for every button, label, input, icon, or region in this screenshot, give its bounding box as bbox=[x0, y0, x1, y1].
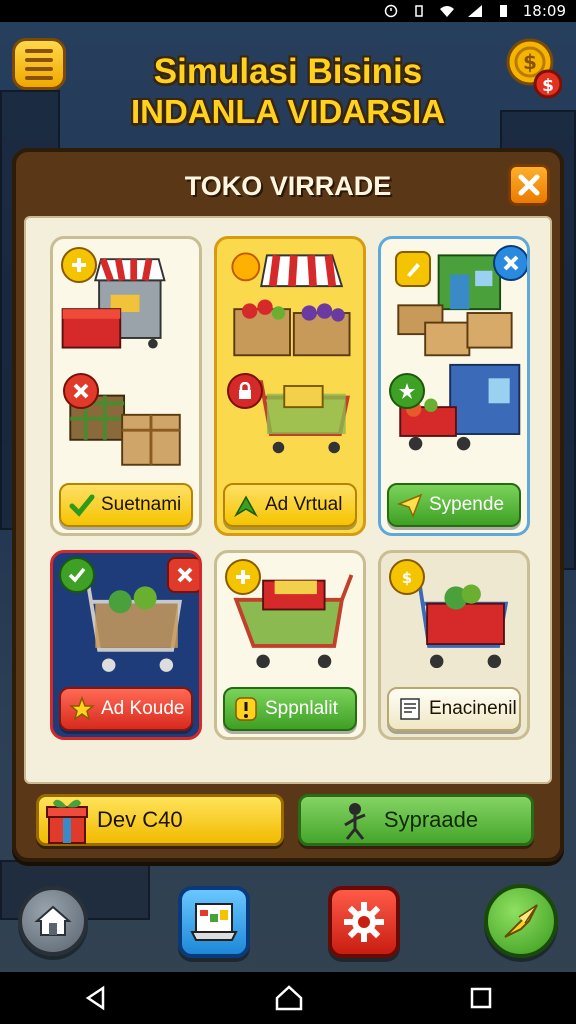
android-nav-bar bbox=[0, 972, 576, 1024]
panel-header: TOKO VIRRADE bbox=[26, 158, 550, 214]
card-button-enacinenil[interactable]: Enacinenil bbox=[387, 687, 521, 731]
shop-card-enacinenil[interactable]: $ Enacinenil bbox=[378, 550, 530, 740]
remove-badge-icon[interactable] bbox=[493, 245, 527, 281]
dev-c40-label: Dev C40 bbox=[97, 807, 183, 832]
wifi-icon bbox=[439, 6, 454, 17]
card-label: Ad Vrtual bbox=[265, 494, 343, 515]
tablet-button[interactable] bbox=[178, 886, 250, 958]
card-label: Suetnami bbox=[101, 494, 182, 515]
tablet-icon bbox=[190, 903, 238, 941]
document-icon bbox=[400, 698, 420, 720]
back-icon[interactable] bbox=[83, 985, 109, 1011]
svg-text:$: $ bbox=[402, 569, 412, 587]
remove-badge-icon[interactable] bbox=[167, 557, 199, 593]
arrow-up-icon bbox=[233, 495, 259, 518]
battery-icon bbox=[499, 5, 507, 17]
paper-plane-icon bbox=[397, 493, 423, 518]
shop-card-sppnlalit[interactable]: Sppnlalit bbox=[214, 550, 366, 740]
game-title: Simulasi Bisinis INDANLA VIDARSIA bbox=[80, 52, 496, 132]
check-icon bbox=[69, 494, 95, 517]
coin-badge-icon: $ bbox=[389, 559, 425, 595]
plus-badge-icon bbox=[225, 559, 261, 595]
signal-icon bbox=[467, 5, 482, 17]
shop-card-ad-koude[interactable]: Ad Koude bbox=[50, 550, 202, 740]
card-button-ad-vrtual[interactable]: Ad Vrtual bbox=[223, 483, 357, 527]
home-nav-icon[interactable] bbox=[274, 984, 304, 1012]
card-label: Sppnlalit bbox=[265, 698, 338, 719]
close-icon bbox=[518, 174, 540, 196]
panel-title: TOKO VIRRADE bbox=[184, 170, 392, 201]
coins-icon[interactable]: $ $ bbox=[504, 36, 562, 100]
remove-badge-icon[interactable] bbox=[63, 373, 99, 409]
status-time: 18:09 bbox=[522, 2, 566, 20]
card-button-sypende[interactable]: Sypende bbox=[387, 483, 521, 527]
card-button-suetnami[interactable]: Suetnami bbox=[59, 483, 193, 527]
vibrate-icon bbox=[415, 5, 423, 17]
check-badge-icon bbox=[59, 557, 95, 593]
pencil-badge-icon bbox=[395, 251, 431, 287]
title-line-2: INDANLA VIDARSIA bbox=[130, 93, 446, 130]
card-label: Enacinenil bbox=[429, 698, 517, 719]
dev-c40-button[interactable]: Dev C40 bbox=[36, 794, 284, 846]
shop-panel: TOKO VIRRADE Suetnami Ad Vrtual Sypende … bbox=[12, 148, 564, 862]
star-icon bbox=[69, 696, 95, 721]
gift-icon bbox=[46, 799, 88, 844]
plus-badge-icon bbox=[61, 247, 97, 283]
card-label: Sypende bbox=[429, 494, 505, 515]
send-icon bbox=[504, 904, 538, 938]
exclamation-icon bbox=[235, 697, 257, 721]
recents-icon[interactable] bbox=[469, 986, 493, 1010]
gear-icon bbox=[344, 902, 384, 942]
sypraade-button[interactable]: Sypraade bbox=[298, 794, 534, 846]
send-button[interactable] bbox=[484, 884, 558, 958]
sypraade-label: Sypraade bbox=[383, 807, 479, 832]
alarm-icon bbox=[384, 4, 398, 18]
star-badge-icon bbox=[389, 373, 425, 409]
shop-grid: Suetnami Ad Vrtual Sypende Ad Koude Sppn… bbox=[24, 216, 552, 784]
shop-card-sypende[interactable]: Sypende bbox=[378, 236, 530, 536]
shop-card-ad-vrtual[interactable]: Ad Vrtual bbox=[214, 236, 366, 536]
title-line-1: Simulasi Bisinis bbox=[153, 52, 423, 91]
home-icon bbox=[34, 905, 72, 936]
card-button-ad-koude[interactable]: Ad Koude bbox=[59, 687, 193, 731]
person-icon bbox=[344, 803, 366, 840]
card-button-sppnlalit[interactable]: Sppnlalit bbox=[223, 687, 357, 731]
svg-text:$: $ bbox=[542, 76, 554, 96]
lock-badge-icon bbox=[227, 373, 263, 409]
settings-button[interactable] bbox=[328, 886, 400, 958]
card-label: Ad Koude bbox=[101, 698, 185, 719]
shop-card-suetnami[interactable]: Suetnami bbox=[50, 236, 202, 536]
close-button[interactable] bbox=[508, 164, 550, 206]
status-bar: 18:09 bbox=[0, 0, 576, 22]
svg-text:$: $ bbox=[523, 50, 537, 74]
menu-button[interactable] bbox=[12, 38, 66, 90]
home-button[interactable] bbox=[18, 886, 88, 956]
